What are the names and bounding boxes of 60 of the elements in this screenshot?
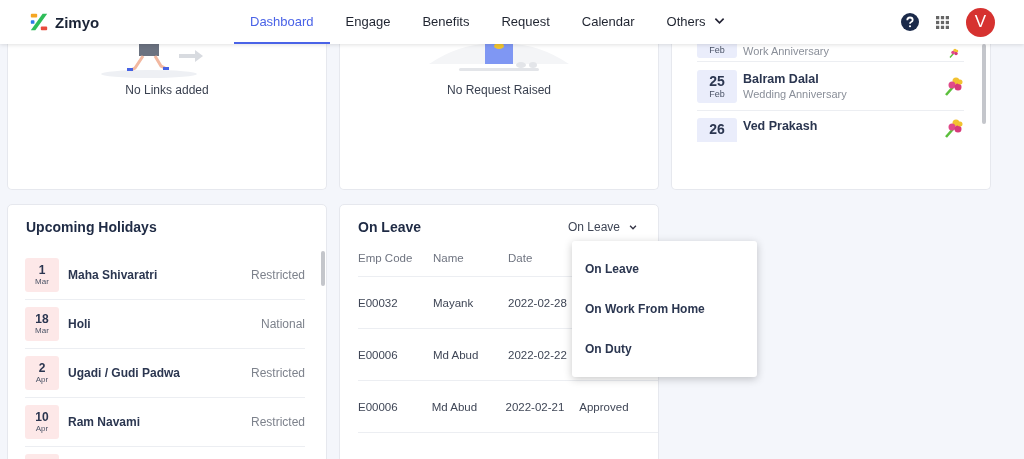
- date-day: 18: [35, 312, 49, 326]
- date-month: Apr: [35, 374, 49, 385]
- user-avatar[interactable]: V: [966, 7, 995, 37]
- apps-grid-icon[interactable]: [936, 15, 949, 29]
- nav-tab[interactable]: Benefits: [406, 0, 486, 44]
- table-cell-text: 2022-02-28: [508, 296, 568, 309]
- empty-state-text: No Request Raised: [445, 83, 553, 97]
- holiday-type: Restricted: [250, 268, 305, 282]
- table-cell-text: 2022-02-22: [508, 348, 568, 361]
- person-name: Balram Dalal: [743, 71, 820, 87]
- column-header: Name: [433, 251, 465, 264]
- holiday-type: Restricted: [250, 366, 305, 380]
- menu-item[interactable]: On Work From Home: [572, 289, 757, 329]
- help-icon[interactable]: [901, 13, 919, 31]
- menu-item[interactable]: On Duty: [572, 329, 757, 369]
- nav-tab[interactable]: Request: [485, 0, 566, 44]
- nav-tab[interactable]: Engage: [329, 0, 407, 44]
- table-cell-text: Mayank: [433, 296, 475, 309]
- date-day: 1: [38, 263, 46, 277]
- empty-state-text: No Links added: [124, 83, 210, 97]
- scrollbar-thumb[interactable]: [321, 251, 325, 286]
- person-name: Ved Prakash: [743, 118, 819, 134]
- table-cell-text: Md Abud: [431, 400, 479, 413]
- table-cell-text: 2022-02-21: [505, 400, 566, 413]
- logo-icon: [29, 12, 49, 32]
- event-type: Work Anniversary: [743, 44, 830, 58]
- card-title: On Leave: [358, 219, 422, 235]
- chevron-down-icon: [628, 223, 638, 231]
- column-header: Date: [508, 251, 534, 264]
- date-day: 25: [709, 72, 725, 89]
- date-day: 26: [709, 121, 725, 137]
- filter-dropdown[interactable]: On Leave: [567, 220, 638, 234]
- date-month: Apr: [35, 423, 49, 434]
- holiday-name: Holi: [68, 317, 92, 331]
- holiday-name: Ugadi / Gudi Padwa: [68, 366, 181, 380]
- holiday-type: Restricted: [250, 415, 305, 429]
- table-cell-text: E00032: [358, 296, 399, 309]
- event-type: Wedding Anniversary: [743, 87, 848, 101]
- brand-name: Zimyo: [55, 13, 100, 31]
- date-month: Feb: [709, 45, 725, 56]
- nav-tab[interactable]: Calendar: [565, 0, 651, 44]
- holiday-name: Maha Shivaratri: [68, 268, 159, 282]
- table-cell-text: E00006: [358, 348, 399, 361]
- table-cell-text: Approved: [579, 400, 630, 413]
- menu-item[interactable]: On Leave: [572, 249, 757, 289]
- date-day: 2: [38, 361, 46, 375]
- flower-bouquet-icon: [944, 118, 964, 138]
- nav-tab[interactable]: Others: [650, 0, 741, 44]
- holiday-name: Ram Navami: [68, 415, 142, 429]
- date-month: Mar: [35, 276, 49, 287]
- date-day: 10: [35, 410, 49, 424]
- table-cell-text: E00006: [358, 400, 399, 413]
- date-month: Mar: [35, 325, 49, 336]
- column-header: Emp Code: [358, 251, 414, 264]
- table-cell-text: Md Abud: [433, 348, 480, 361]
- scrollbar-thumb[interactable]: [982, 44, 986, 124]
- holiday-type: National: [260, 317, 305, 331]
- card-title: Upcoming Holidays: [25, 218, 158, 235]
- flower-bouquet-icon: [944, 76, 964, 96]
- date-month: Feb: [709, 88, 725, 100]
